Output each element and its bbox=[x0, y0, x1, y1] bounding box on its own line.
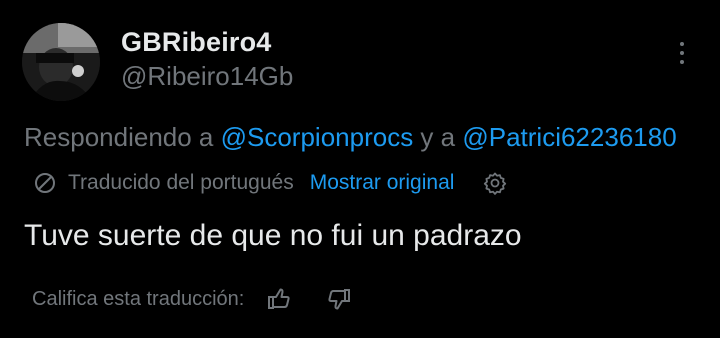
more-dot bbox=[680, 51, 684, 55]
display-name[interactable]: GBRibeiro4 bbox=[121, 27, 272, 58]
tweet-text: Tuve suerte de que no fui un padrazo bbox=[24, 219, 522, 252]
gear-icon[interactable] bbox=[482, 170, 508, 196]
translation-bar: Traducido del portugués Mostrar original bbox=[32, 168, 508, 198]
more-options-button[interactable] bbox=[668, 38, 696, 68]
more-dot bbox=[680, 60, 684, 64]
rate-translation: Califica esta traducción: bbox=[32, 284, 354, 314]
translate-globe-icon bbox=[32, 170, 58, 196]
mention-link[interactable]: @Scorpionprocs bbox=[221, 122, 414, 152]
rate-translation-label: Califica esta traducción: bbox=[32, 287, 245, 310]
mention-link[interactable]: @Patrici62236180 bbox=[462, 122, 676, 152]
more-dots-vertical-icon bbox=[680, 42, 684, 46]
replying-to: Respondiendo a @Scorpionprocs y a @Patri… bbox=[24, 122, 677, 153]
show-original-link[interactable]: Mostrar original bbox=[310, 171, 455, 195]
user-handle[interactable]: @Ribeiro14Gb bbox=[121, 61, 293, 92]
thumbs-down-icon[interactable] bbox=[324, 284, 354, 314]
replying-to-prefix: Respondiendo a bbox=[24, 122, 221, 152]
translated-from-label: Traducido del portugués bbox=[68, 171, 294, 194]
user-avatar-photo bbox=[22, 23, 100, 101]
thumbs-up-icon[interactable] bbox=[264, 284, 294, 314]
avatar[interactable] bbox=[22, 23, 100, 101]
replying-to-joiner: y a bbox=[413, 122, 463, 152]
